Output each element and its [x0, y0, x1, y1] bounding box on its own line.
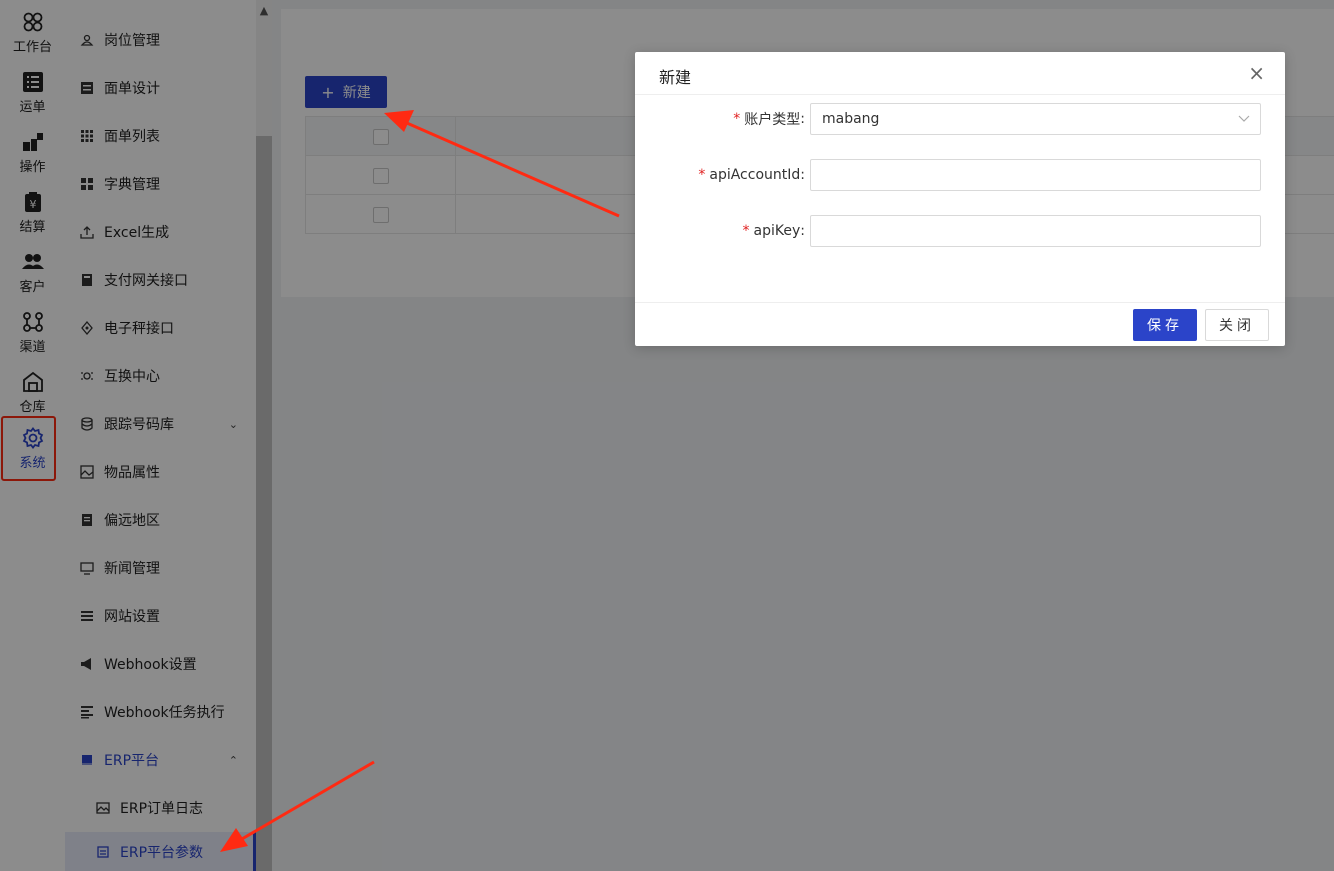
form-row-api-account-id: * apiAccountId: — [635, 159, 1285, 191]
chevron-down-icon — [1238, 112, 1250, 127]
account-type-select[interactable]: mabang — [810, 103, 1261, 135]
close-icon[interactable]: × — [1248, 62, 1265, 84]
api-account-id-input[interactable] — [810, 159, 1261, 191]
field-label: * 账户类型: — [733, 111, 805, 128]
divider — [635, 94, 1285, 95]
form-row-api-key: * apiKey: — [635, 215, 1285, 247]
close-button[interactable]: 关闭 — [1205, 309, 1269, 341]
new-dialog: 新建 × * 账户类型: mabang * apiAccountId: * ap… — [635, 52, 1285, 346]
field-label: * apiAccountId: — [698, 167, 805, 183]
required-mark: * — [698, 167, 706, 183]
dialog-title: 新建 — [659, 68, 692, 87]
field-label: * apiKey: — [742, 223, 805, 239]
save-button[interactable]: 保存 — [1133, 309, 1197, 341]
required-mark: * — [733, 111, 741, 127]
form-row-account-type: * 账户类型: mabang — [635, 103, 1285, 135]
divider — [635, 302, 1285, 303]
account-type-value: mabang — [822, 111, 880, 127]
required-mark: * — [742, 223, 750, 239]
api-key-input[interactable] — [810, 215, 1261, 247]
